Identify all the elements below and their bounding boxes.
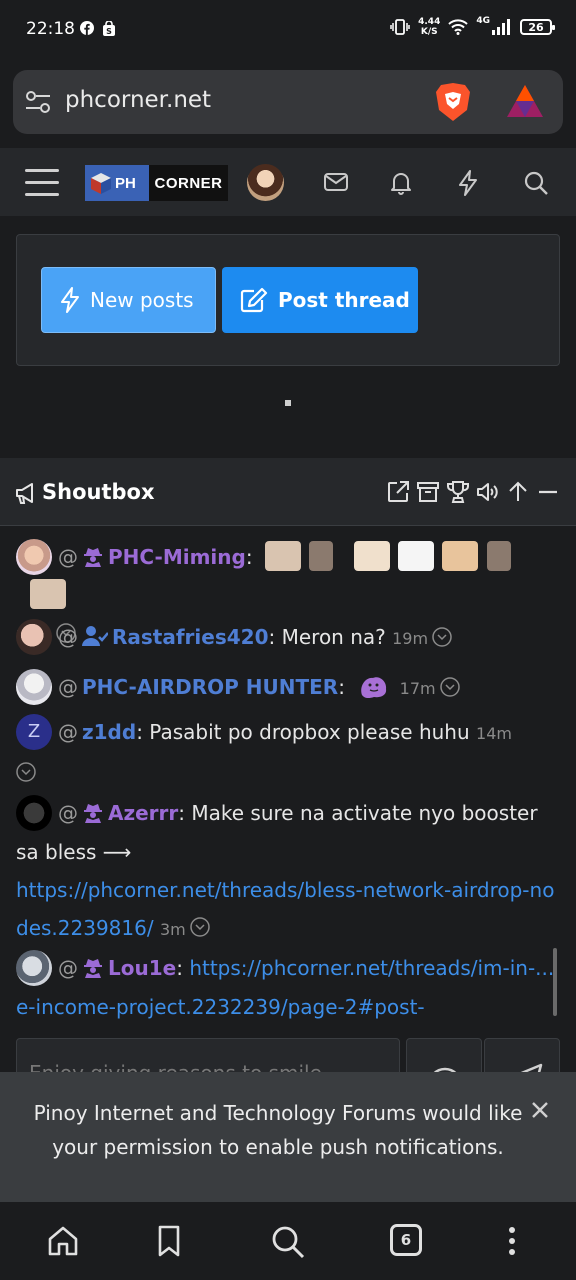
avatar[interactable] [16, 949, 52, 986]
shoutbox-messages: @PHC-Miming: 20m @Rastafries420: Meron n… [0, 526, 576, 1026]
logo-box-icon [89, 171, 113, 195]
list-item: @ Azerrr: Make sure na activate nyo boost… [16, 794, 556, 949]
list-item: @ PHC-AIRDROP HUNTER: 17m [16, 668, 556, 708]
volume-icon[interactable] [476, 480, 500, 504]
site-settings-icon[interactable] [25, 90, 51, 114]
scrollbar[interactable] [553, 948, 557, 1016]
search-icon[interactable] [270, 1224, 306, 1260]
status-notification-icons: S [80, 21, 116, 36]
list-item: Z @ z1dd: Pasabit po dropbox please huhu 1… [16, 713, 556, 791]
loading-indicator [285, 400, 291, 406]
tabs-button[interactable]: 6 [390, 1224, 422, 1256]
list-item: @ Rastafries420: Meron na? 19m [16, 618, 556, 658]
minimize-icon[interactable] [536, 480, 560, 504]
shopping-bag-icon: S [102, 21, 116, 36]
browser-toolbar: phcorner.net [0, 62, 576, 148]
sticker-icon [486, 540, 511, 571]
avatar[interactable] [16, 668, 52, 705]
bell-icon[interactable] [389, 170, 413, 196]
timestamp: 14m [476, 724, 512, 743]
user-avatar[interactable] [247, 164, 284, 201]
username[interactable]: Rastafries420 [112, 625, 269, 649]
spy-icon [82, 801, 104, 823]
browser-bottom-nav: 6 [0, 1202, 576, 1280]
site-logo[interactable]: PH CORNER [85, 165, 228, 201]
chevron-down-icon[interactable] [432, 626, 452, 647]
trophy-icon[interactable] [446, 480, 470, 504]
edit-icon [240, 287, 268, 313]
home-icon[interactable] [46, 1224, 80, 1258]
menu-icon[interactable] [25, 169, 59, 196]
chevron-down-icon[interactable] [189, 917, 210, 937]
chevron-down-icon[interactable] [439, 676, 460, 697]
lightning-icon[interactable] [457, 170, 479, 196]
more-options-icon[interactable] [500, 1224, 524, 1258]
actions-panel: New posts Post thread [16, 234, 560, 366]
network-type: 4G [476, 16, 490, 26]
spy-icon [82, 956, 104, 978]
archive-icon[interactable] [416, 480, 440, 504]
search-icon[interactable] [523, 170, 549, 196]
username[interactable]: Lou1e [108, 956, 176, 980]
avatar[interactable]: Z [16, 713, 52, 750]
brave-shields-icon[interactable] [435, 82, 471, 122]
timestamp: 19m [392, 629, 429, 648]
timestamp: 17m [399, 679, 436, 698]
svg-text:S: S [106, 27, 112, 36]
username[interactable]: Azerrr [108, 801, 178, 825]
new-posts-button[interactable]: New posts [41, 267, 216, 333]
message-link[interactable]: https://phcorner.net/threads/bless-netwo… [16, 878, 554, 940]
status-time: 22:18 [26, 19, 75, 39]
shoutbox-title: Shoutbox [42, 480, 155, 504]
site-header: PH CORNER [0, 148, 576, 216]
ditto-emoji-icon [359, 673, 389, 699]
sticker-icon [30, 579, 66, 609]
vibrate-icon [390, 19, 410, 35]
url-text[interactable]: phcorner.net [65, 87, 211, 113]
shoutbox-toolbar [386, 480, 560, 504]
popout-icon[interactable] [386, 480, 410, 504]
status-bar: 22:18 S 4.44 K/S 4G 26 [0, 0, 576, 62]
inbox-icon[interactable] [323, 170, 349, 194]
status-system-icons: 4.44 K/S 4G 26 [390, 16, 555, 37]
post-thread-button[interactable]: Post thread [222, 267, 418, 333]
facebook-icon [80, 21, 94, 36]
sticker-icon [442, 540, 479, 571]
battery-indicator: 26 [520, 19, 555, 35]
sticker-icon [398, 540, 435, 571]
chevron-down-icon[interactable] [16, 761, 36, 782]
shoutbox-header: Shoutbox [0, 458, 576, 526]
timestamp: 3m [159, 919, 186, 939]
wifi-icon [448, 19, 469, 35]
sticker-icon [264, 540, 301, 571]
list-item: @ Lou1e: https://phcorner.net/threads/im-… [16, 949, 556, 1026]
sticker-icon [353, 540, 390, 571]
avatar[interactable] [16, 794, 52, 831]
network-speed: 4.44 K/S [418, 17, 441, 37]
spy-icon [82, 545, 104, 567]
lightning-icon [60, 287, 80, 313]
arrow-up-icon[interactable] [506, 480, 530, 504]
username[interactable]: PHC-Miming [108, 545, 246, 569]
avatar[interactable] [16, 538, 52, 575]
address-bar[interactable]: phcorner.net [13, 70, 563, 134]
push-permission-banner: Pinoy Internet and Technology Forums wou… [0, 1072, 576, 1202]
username[interactable]: PHC-AIRDROP HUNTER [82, 675, 338, 699]
megaphone-icon [14, 482, 38, 504]
brave-rewards-icon[interactable] [506, 84, 544, 118]
avatar[interactable] [16, 618, 52, 655]
signal-icon [492, 19, 512, 35]
bookmark-icon[interactable] [154, 1224, 184, 1258]
sticker-icon [309, 540, 334, 571]
permission-text[interactable]: Pinoy Internet and Technology Forums wou… [28, 1096, 528, 1164]
close-icon[interactable] [530, 1100, 550, 1120]
username[interactable]: z1dd [82, 720, 136, 744]
user-icon [82, 625, 108, 647]
